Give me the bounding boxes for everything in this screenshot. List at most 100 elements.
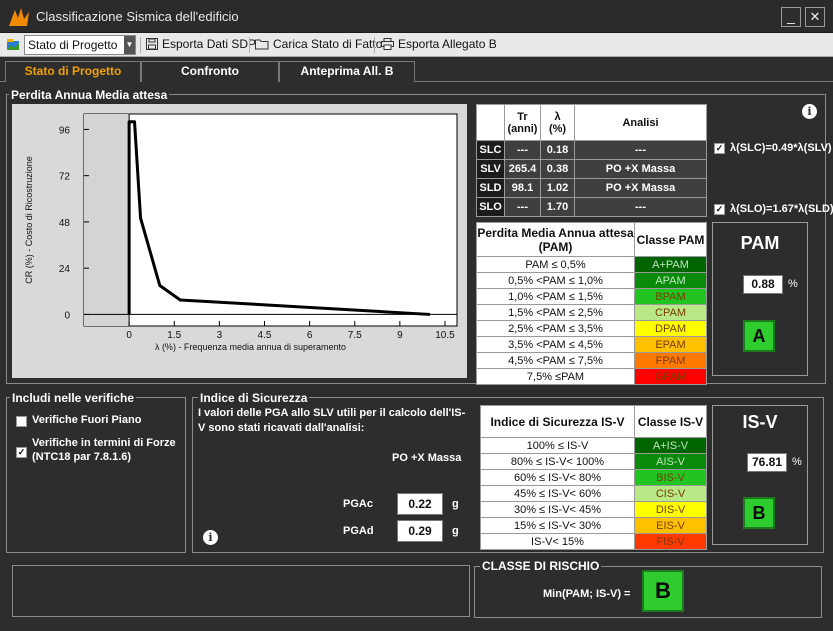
table-row: 7,5% ≤PAM GPAM: [476, 368, 707, 385]
table-row: 0,5% <PAM ≤ 1,0% APAM: [476, 272, 707, 289]
pam-chart-svg: 0 24 48 72 96 0 1.5 3 4.5 6 7.5 9 10.5 λ (%) - Freque…: [24, 113, 458, 352]
table-row: SLD 98.1 1.02 PO +X Massa: [476, 178, 707, 198]
tr-table-header-blank: [476, 104, 505, 141]
y-axis-label: CR (%) - Costo di Ricostruzione: [24, 156, 34, 284]
fuori-piano-checkbox[interactable]: [16, 416, 27, 427]
export-annex-button[interactable]: Esporta Allegato B: [381, 37, 497, 51]
bottom-empty-panel: [12, 565, 470, 617]
pam-table-header-class: Classe PAM: [634, 222, 707, 257]
fuori-piano-label: Verifiche Fuori Piano: [32, 414, 142, 426]
class-swatch: CIS-V: [634, 485, 707, 502]
table-row: PAM ≤ 0,5% A+PAM: [476, 256, 707, 273]
x-tick-label: 9: [397, 330, 403, 341]
isv-result-title: IS-V: [742, 412, 778, 432]
table-row: IS-V< 15% FIS-V: [480, 533, 707, 550]
tr-value: 265.4: [504, 159, 541, 179]
window-title: Classificazione Sismica dell'edificio: [36, 9, 239, 24]
class-swatch: BIS-V: [634, 469, 707, 486]
toolbar-divider: [140, 37, 141, 53]
analysis-value[interactable]: PO +X Massa: [574, 159, 707, 179]
state-select[interactable]: Stato di Progetto: [24, 35, 136, 55]
x-axis-label: λ (%) - Frequenza media annua di superam…: [155, 342, 346, 352]
info-icon[interactable]: i: [203, 530, 218, 545]
class-range: 7,5% ≤PAM: [476, 368, 635, 385]
pam-table-header-range: Perdita Media Annua attesa (PAM): [476, 222, 635, 257]
tr-table: Tr (anni) λ (%) Analisi SLC --- 0.18 ---…: [476, 104, 707, 217]
tab-anteprima[interactable]: Anteprima All. B: [279, 61, 415, 82]
y-tick-label: 72: [59, 172, 71, 183]
class-range: 1,0% <PAM ≤ 1,5%: [476, 288, 635, 305]
class-range: 15% ≤ IS-V< 30%: [480, 517, 635, 534]
verifiche-legend: Includi nelle verifiche: [10, 391, 137, 405]
analysis-value[interactable]: ---: [574, 197, 707, 217]
analysis-value[interactable]: ---: [574, 140, 707, 160]
pgac-unit: g: [452, 498, 459, 510]
x-tick-label: 4.5: [258, 330, 272, 341]
slo-checkbox[interactable]: ✓: [714, 204, 725, 215]
class-swatch: A+PAM: [634, 256, 707, 273]
pgad-value: 0.29: [397, 520, 443, 542]
plot-shaded-region: [84, 114, 130, 326]
pam-result-box: PAM 0.88 % A: [712, 222, 808, 376]
isv-analysis: PO +X Massa: [392, 452, 462, 464]
tab-bar: Stato di Progetto Confronto Anteprima Al…: [0, 57, 833, 82]
lambda-value: 0.38: [540, 159, 575, 179]
pam-value: 0.88: [743, 275, 783, 294]
pgad-unit: g: [452, 525, 459, 537]
chevron-down-icon[interactable]: ▼: [124, 36, 135, 54]
state-icon: [7, 39, 19, 50]
x-tick-label: 3: [217, 330, 223, 341]
pam-section-legend: Perdita Annua Media attesa: [9, 88, 170, 102]
class-swatch: EPAM: [634, 336, 707, 353]
pam-chart: 0 24 48 72 96 0 1.5 3 4.5 6 7.5 9 10.5 λ (%) - Freque…: [12, 104, 467, 378]
export-sdp-button[interactable]: Esporta Dati SDP: [146, 37, 256, 51]
tab-stato-progetto[interactable]: Stato di Progetto: [5, 61, 141, 82]
minimize-button[interactable]: _: [781, 7, 801, 27]
class-swatch: CPAM: [634, 304, 707, 321]
class-range: IS-V< 15%: [480, 533, 635, 550]
class-range: 45% ≤ IS-V< 60%: [480, 485, 635, 502]
slc-checkbox[interactable]: ✓: [714, 143, 725, 154]
risk-class-badge: B: [642, 570, 684, 612]
close-button[interactable]: ✕: [805, 7, 825, 27]
toolbar-divider: [249, 37, 250, 53]
class-range: 0,5% <PAM ≤ 1,0%: [476, 272, 635, 289]
table-row: 80% ≤ IS-V< 100% AIS-V: [480, 453, 707, 470]
table-row: 100% ≤ IS-V A+IS-V: [480, 437, 707, 454]
tr-value: ---: [504, 197, 541, 217]
row-label: SLV: [476, 159, 505, 179]
forze-checkbox[interactable]: ✓: [16, 447, 27, 458]
class-swatch: BPAM: [634, 288, 707, 305]
class-swatch: A+IS-V: [634, 437, 707, 454]
class-swatch: EIS-V: [634, 517, 707, 534]
info-icon[interactable]: i: [802, 104, 817, 119]
tr-value: ---: [504, 140, 541, 160]
export-sdp-label: Esporta Dati SDP: [162, 37, 257, 51]
load-state-button[interactable]: Carica Stato di Fatto: [255, 37, 382, 51]
pgac-label: PGAc: [343, 498, 373, 510]
x-tick-label: 0: [126, 330, 132, 341]
class-range: 1,5% <PAM ≤ 2,5%: [476, 304, 635, 321]
pam-class-table: Perdita Media Annua attesa (PAM) Classe …: [476, 222, 707, 385]
tr-table-header-lambda: λ (%): [540, 104, 575, 141]
isv-note: I valori delle PGA allo SLV utili per il…: [198, 407, 466, 434]
lambda-value: 1.02: [540, 178, 575, 198]
risk-legend: CLASSE DI RISCHIO: [480, 559, 602, 573]
table-row: 2,5% <PAM ≤ 3,5% DPAM: [476, 320, 707, 337]
x-tick-label: 1.5: [167, 330, 181, 341]
isv-unit: %: [792, 456, 802, 468]
isv-class-badge: B: [743, 497, 775, 529]
analysis-value[interactable]: PO +X Massa: [574, 178, 707, 198]
tr-table-header-analysis: Analisi: [574, 104, 707, 141]
isv-value: 76.81: [747, 453, 787, 472]
class-swatch: DIS-V: [634, 501, 707, 518]
y-tick-label: 24: [59, 264, 71, 275]
class-swatch: FIS-V: [634, 533, 707, 550]
table-row: 4,5% <PAM ≤ 7,5% FPAM: [476, 352, 707, 369]
printer-icon: [381, 38, 394, 50]
folder-icon: [255, 39, 269, 50]
table-row: 45% ≤ IS-V< 60% CIS-V: [480, 485, 707, 502]
tab-confronto[interactable]: Confronto: [141, 61, 279, 82]
y-tick-label: 48: [59, 218, 71, 229]
pgac-value: 0.22: [397, 493, 443, 515]
